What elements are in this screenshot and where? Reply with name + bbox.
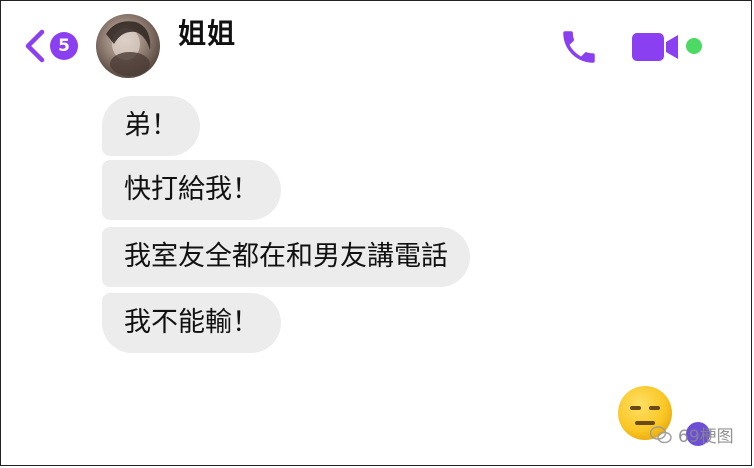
- wechat-logo-icon: [649, 425, 672, 444]
- chevron-left-icon: [25, 29, 45, 63]
- watermark: 69梗图: [649, 422, 734, 447]
- video-camera-icon: [632, 33, 678, 61]
- voice-call-button[interactable]: [558, 26, 600, 68]
- phone-icon: [563, 31, 595, 63]
- message-bubble[interactable]: 快打給我！: [102, 160, 281, 220]
- watermark-text: 69梗图: [678, 427, 734, 447]
- message-bubble[interactable]: 我室友全都在和男友講電話: [102, 227, 470, 287]
- back-button[interactable]: 5: [22, 26, 82, 66]
- video-call-button[interactable]: [630, 30, 680, 64]
- unread-count-badge: 5: [50, 32, 78, 60]
- contact-avatar[interactable]: [96, 14, 160, 78]
- message-bubble[interactable]: 弟！: [102, 96, 200, 156]
- contact-name[interactable]: 姐姐: [178, 12, 236, 52]
- chat-header: 5 姐姐: [0, 0, 754, 92]
- avatar-photo: [106, 21, 151, 76]
- online-status-dot: [686, 38, 702, 54]
- message-bubble[interactable]: 我不能輸！: [102, 293, 281, 353]
